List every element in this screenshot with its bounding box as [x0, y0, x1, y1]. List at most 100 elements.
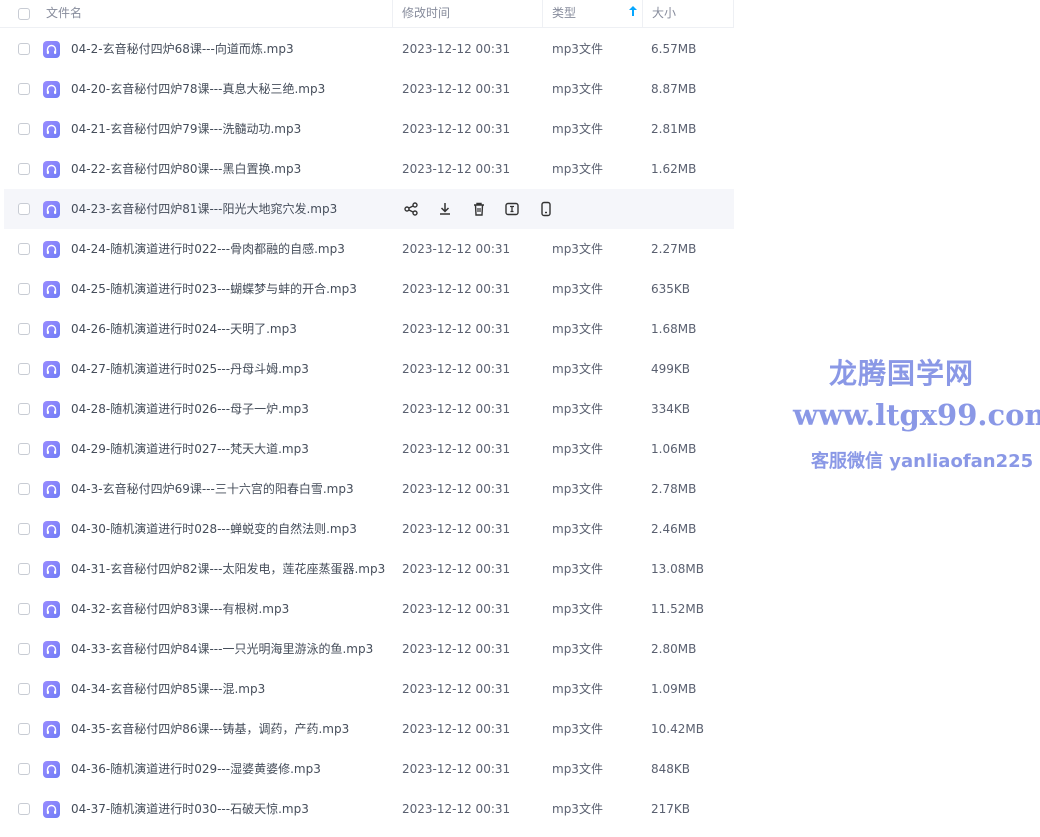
file-row[interactable]: 04-3-玄音秘付四炉69课---三十六宫的阳春白雪.mp3 2023-12-12… [4, 469, 734, 509]
file-row[interactable]: 04-26-随机演道进行时024---天明了.mp3 2023-12-12 00:… [4, 309, 734, 349]
row-checkbox[interactable] [18, 363, 30, 375]
row-checkbox[interactable] [18, 283, 30, 295]
audio-file-icon [43, 361, 60, 378]
file-name[interactable]: 04-32-玄音秘付四炉83课---有根树.mp3 [71, 589, 289, 629]
row-checkbox[interactable] [18, 763, 30, 775]
file-name[interactable]: 04-24-随机演道进行时022---骨肉都融的自感.mp3 [71, 229, 345, 269]
file-row[interactable]: 04-32-玄音秘付四炉83课---有根树.mp3 2023-12-12 00:3… [4, 589, 734, 629]
column-divider[interactable] [642, 0, 643, 28]
select-all-checkbox[interactable] [18, 8, 30, 20]
row-checkbox[interactable] [18, 243, 30, 255]
file-modified-time: 2023-12-12 00:31 [402, 482, 511, 496]
phone-icon[interactable] [538, 201, 554, 217]
audio-file-icon [43, 641, 60, 658]
file-type: mp3文件 [552, 762, 603, 776]
column-divider[interactable] [542, 0, 543, 28]
row-checkbox[interactable] [18, 643, 30, 655]
file-modified-time: 2023-12-12 00:31 [402, 162, 511, 176]
file-row[interactable]: 04-23-玄音秘付四炉81课---阳光大地窕穴发.mp3 [4, 189, 734, 229]
file-name[interactable]: 04-28-随机演道进行时026---母子一炉.mp3 [71, 389, 309, 429]
row-checkbox[interactable] [18, 203, 30, 215]
column-header-size[interactable]: 大小 [652, 0, 676, 28]
row-checkbox[interactable] [18, 83, 30, 95]
file-name[interactable]: 04-31-玄音秘付四炉82课---太阳发电，莲花座蒸蛋器.mp3 [71, 549, 385, 589]
row-checkbox[interactable] [18, 403, 30, 415]
row-checkbox[interactable] [18, 443, 30, 455]
arrow-up-icon[interactable] [629, 0, 637, 28]
file-type: mp3文件 [552, 442, 603, 456]
file-row[interactable]: 04-30-随机演道进行时028---蝉蜕变的自然法则.mp3 2023-12-1… [4, 509, 734, 549]
file-name[interactable]: 04-22-玄音秘付四炉80课---黑白置换.mp3 [71, 149, 301, 189]
file-row[interactable]: 04-28-随机演道进行时026---母子一炉.mp3 2023-12-12 00… [4, 389, 734, 429]
file-row[interactable]: 04-24-随机演道进行时022---骨肉都融的自感.mp3 2023-12-12… [4, 229, 734, 269]
column-header-modified[interactable]: 修改时间 [402, 0, 450, 28]
file-modified-time: 2023-12-12 00:31 [402, 602, 511, 616]
file-type: mp3文件 [552, 682, 603, 696]
file-name[interactable]: 04-26-随机演道进行时024---天明了.mp3 [71, 309, 297, 349]
row-checkbox[interactable] [18, 723, 30, 735]
file-name[interactable]: 04-29-随机演道进行时027---梵天大道.mp3 [71, 429, 309, 469]
file-row[interactable]: 04-22-玄音秘付四炉80课---黑白置换.mp3 2023-12-12 00:… [4, 149, 734, 189]
share-icon[interactable] [403, 201, 419, 217]
file-name[interactable]: 04-23-玄音秘付四炉81课---阳光大地窕穴发.mp3 [71, 189, 337, 229]
audio-file-icon [43, 601, 60, 618]
column-divider[interactable] [392, 0, 393, 28]
row-checkbox[interactable] [18, 483, 30, 495]
row-checkbox[interactable] [18, 683, 30, 695]
file-type: mp3文件 [552, 362, 603, 376]
file-name[interactable]: 04-25-随机演道进行时023---蝴蝶梦与蚌的开合.mp3 [71, 269, 357, 309]
watermark-title: 龙腾国学网 [829, 357, 975, 390]
file-row[interactable]: 04-2-玄音秘付四炉68课---向道而炼.mp3 2023-12-12 00:3… [4, 29, 734, 69]
file-name[interactable]: 04-34-玄音秘付四炉85课---混.mp3 [71, 669, 265, 709]
row-checkbox[interactable] [18, 323, 30, 335]
file-type: mp3文件 [552, 122, 603, 136]
file-row[interactable]: 04-20-玄音秘付四炉78课---真息大秘三绝.mp3 2023-12-12 0… [4, 69, 734, 109]
file-size: 13.08MB [651, 562, 704, 576]
row-checkbox[interactable] [18, 123, 30, 135]
file-name[interactable]: 04-27-随机演道进行时025---丹母斗姆.mp3 [71, 349, 309, 389]
row-checkbox[interactable] [18, 603, 30, 615]
file-name[interactable]: 04-33-玄音秘付四炉84课---一只光明海里游泳的鱼.mp3 [71, 629, 373, 669]
file-name[interactable]: 04-37-随机演道进行时030---石破天惊.mp3 [71, 789, 309, 829]
file-row[interactable]: 04-27-随机演道进行时025---丹母斗姆.mp3 2023-12-12 00… [4, 349, 734, 389]
file-modified-time: 2023-12-12 00:31 [402, 322, 511, 336]
file-type: mp3文件 [552, 522, 603, 536]
file-type: mp3文件 [552, 562, 603, 576]
row-checkbox[interactable] [18, 563, 30, 575]
file-modified-time: 2023-12-12 00:31 [402, 42, 511, 56]
file-row[interactable]: 04-37-随机演道进行时030---石破天惊.mp3 2023-12-12 00… [4, 789, 734, 829]
file-modified-time: 2023-12-12 00:31 [402, 682, 511, 696]
file-modified-time: 2023-12-12 00:31 [402, 562, 511, 576]
delete-icon[interactable] [471, 201, 487, 217]
file-row[interactable]: 04-35-玄音秘付四炉86课---铸基，调药，产药.mp3 2023-12-12… [4, 709, 734, 749]
column-header-type[interactable]: 类型 [552, 0, 576, 28]
audio-file-icon [43, 161, 60, 178]
file-name[interactable]: 04-35-玄音秘付四炉86课---铸基，调药，产药.mp3 [71, 709, 349, 749]
row-checkbox[interactable] [18, 523, 30, 535]
row-checkbox[interactable] [18, 43, 30, 55]
file-size: 2.46MB [651, 522, 697, 536]
file-row[interactable]: 04-25-随机演道进行时023---蝴蝶梦与蚌的开合.mp3 2023-12-1… [4, 269, 734, 309]
file-row[interactable]: 04-33-玄音秘付四炉84课---一只光明海里游泳的鱼.mp3 2023-12-… [4, 629, 734, 669]
file-type: mp3文件 [552, 82, 603, 96]
file-size: 8.87MB [651, 82, 697, 96]
file-name[interactable]: 04-2-玄音秘付四炉68课---向道而炼.mp3 [71, 29, 294, 69]
column-divider[interactable] [733, 0, 734, 28]
column-header-name[interactable]: 文件名 [46, 0, 82, 28]
file-name[interactable]: 04-20-玄音秘付四炉78课---真息大秘三绝.mp3 [71, 69, 325, 109]
rename-icon[interactable] [504, 201, 520, 217]
file-name[interactable]: 04-36-随机演道进行时029---湿婆黄婆修.mp3 [71, 749, 321, 789]
file-name[interactable]: 04-30-随机演道进行时028---蝉蜕变的自然法则.mp3 [71, 509, 357, 549]
file-size: 635KB [651, 282, 691, 296]
file-type: mp3文件 [552, 802, 603, 816]
file-row[interactable]: 04-34-玄音秘付四炉85课---混.mp3 2023-12-12 00:31 m… [4, 669, 734, 709]
file-row[interactable]: 04-36-随机演道进行时029---湿婆黄婆修.mp3 2023-12-12 0… [4, 749, 734, 789]
row-checkbox[interactable] [18, 163, 30, 175]
file-name[interactable]: 04-21-玄音秘付四炉79课---洗髓动功.mp3 [71, 109, 301, 149]
file-name[interactable]: 04-3-玄音秘付四炉69课---三十六宫的阳春白雪.mp3 [71, 469, 354, 509]
download-icon[interactable] [437, 201, 453, 217]
row-checkbox[interactable] [18, 803, 30, 815]
file-row[interactable]: 04-31-玄音秘付四炉82课---太阳发电，莲花座蒸蛋器.mp3 2023-12… [4, 549, 734, 589]
file-row[interactable]: 04-21-玄音秘付四炉79课---洗髓动功.mp3 2023-12-12 00:… [4, 109, 734, 149]
file-row[interactable]: 04-29-随机演道进行时027---梵天大道.mp3 2023-12-12 00… [4, 429, 734, 469]
